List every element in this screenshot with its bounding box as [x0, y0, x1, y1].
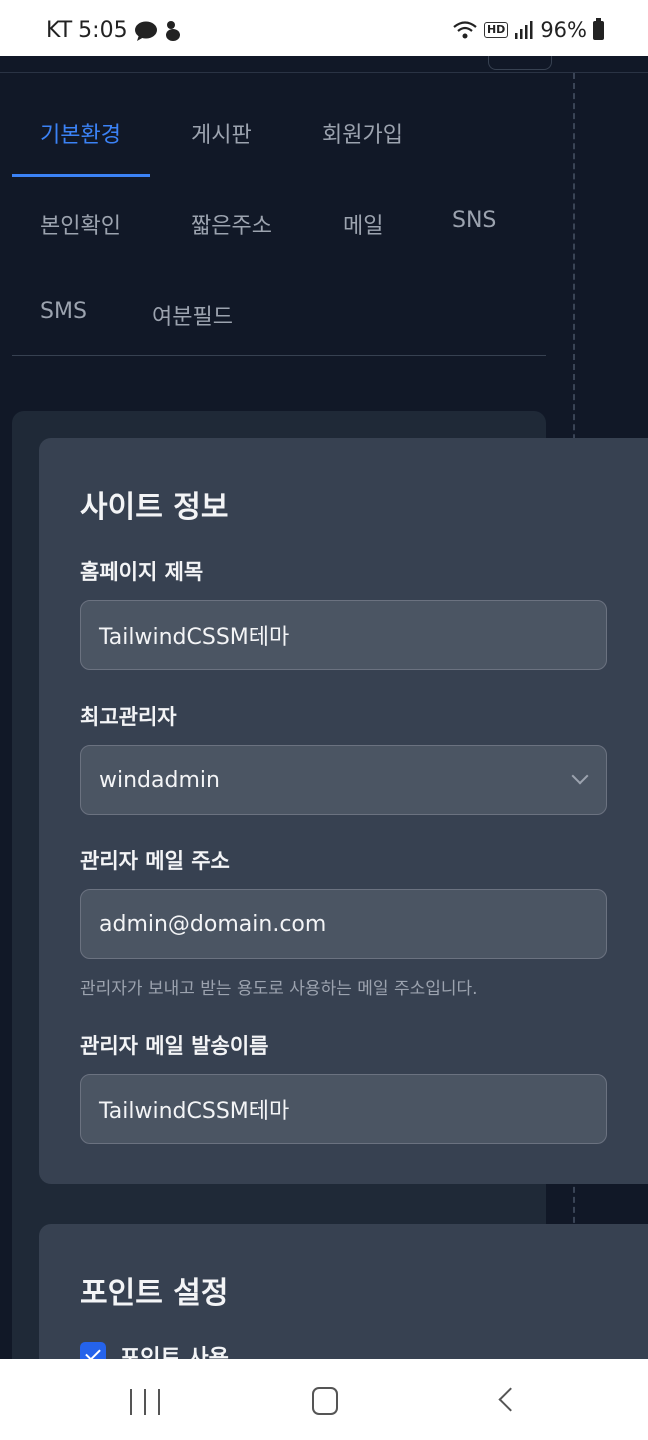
point-settings-title: 포인트 설정	[80, 1276, 229, 1311]
tab-short-url[interactable]: 짧은주소	[191, 208, 272, 240]
admin-sender-label: 관리자 메일 발송이름	[80, 1034, 269, 1058]
point-settings-card: 포인트 설정 포인트 사용	[39, 1224, 648, 1359]
use-points-label[interactable]: 포인트 사용	[120, 1340, 229, 1359]
tab-mail[interactable]: 메일	[343, 208, 383, 240]
navigation-bar	[0, 1359, 648, 1440]
chat-bubble-icon	[134, 21, 157, 41]
super-admin-label: 최고관리자	[80, 705, 177, 729]
recents-icon[interactable]	[130, 1389, 160, 1415]
tab-sns[interactable]: SNS	[452, 208, 496, 233]
clock: 5:05	[78, 18, 128, 43]
admin-email-input[interactable]: admin@domain.com	[80, 889, 607, 959]
home-icon[interactable]	[312, 1387, 338, 1415]
back-icon[interactable]	[498, 1387, 523, 1412]
admin-email-label: 관리자 메일 주소	[80, 849, 230, 873]
site-info-title: 사이트 정보	[80, 490, 229, 525]
homepage-title-input[interactable]: TailwindCSSM테마	[80, 600, 607, 670]
status-bar: KT 5:05 HD 96%	[0, 0, 648, 56]
hd-icon: HD	[483, 22, 509, 38]
use-points-checkbox[interactable]	[80, 1342, 106, 1359]
tab-basic[interactable]: 기본환경	[40, 117, 121, 149]
pet-icon	[165, 20, 180, 41]
carrier: KT	[46, 18, 73, 43]
top-header-edge	[0, 56, 648, 73]
homepage-title-label: 홈페이지 제목	[80, 560, 204, 584]
status-left: KT 5:05	[46, 18, 182, 43]
active-tab-indicator	[12, 174, 150, 177]
battery-icon	[593, 17, 604, 40]
tab-sms[interactable]: SMS	[40, 299, 87, 324]
app-content: 기본환경 게시판 회원가입 본인확인 짧은주소 메일 SNS SMS 여분필드 …	[0, 56, 648, 1359]
tab-extra-fields[interactable]: 여분필드	[152, 299, 233, 331]
tabs-divider	[12, 355, 546, 356]
site-info-card: 사이트 정보 홈페이지 제목 TailwindCSSM테마 최고관리자 wind…	[39, 438, 648, 1184]
chevron-down-icon	[571, 767, 589, 785]
tab-verification[interactable]: 본인확인	[40, 208, 121, 240]
status-right: HD 96%	[452, 17, 604, 42]
tab-signup[interactable]: 회원가입	[322, 117, 403, 149]
admin-email-help: 관리자가 보내고 받는 용도로 사용하는 메일 주소입니다.	[80, 979, 478, 999]
admin-sender-input[interactable]: TailwindCSSM테마	[80, 1074, 607, 1144]
signal-icon	[515, 21, 533, 39]
battery-level: 96%	[540, 18, 587, 42]
tab-board[interactable]: 게시판	[191, 117, 252, 149]
super-admin-value: windadmin	[99, 767, 220, 793]
super-admin-select[interactable]: windadmin	[80, 745, 607, 815]
header-button-edge[interactable]	[488, 56, 552, 70]
wifi-icon	[453, 21, 477, 39]
